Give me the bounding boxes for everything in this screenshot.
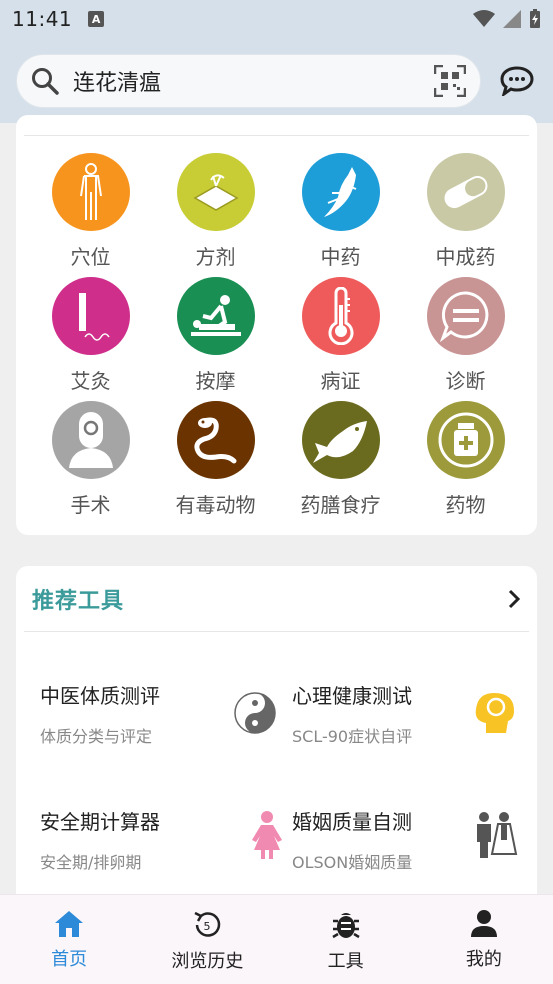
snake-icon bbox=[176, 401, 255, 479]
person-icon bbox=[470, 910, 497, 937]
tools-header[interactable]: 推荐工具 bbox=[32, 582, 521, 616]
history-badge: 5 bbox=[204, 920, 211, 933]
tool-mental-health-test[interactable]: 心理健康测试 SCL-90症状自评 bbox=[292, 680, 514, 760]
home-icon bbox=[55, 911, 84, 937]
divider bbox=[24, 631, 529, 632]
category-disease[interactable]: 病证 bbox=[278, 277, 403, 401]
tool-marriage-quality-test[interactable]: 婚姻质量自测 OLSON婚姻质量 bbox=[292, 806, 518, 886]
category-drug[interactable]: 药物 bbox=[403, 401, 528, 525]
chat-bubble-icon bbox=[500, 65, 534, 96]
head-profile-icon bbox=[468, 688, 518, 738]
nav-tools[interactable]: 工具 bbox=[277, 895, 415, 984]
herb-package-icon bbox=[176, 153, 255, 231]
bottom-navigation: 首页 5 浏览历史 工具 我的 bbox=[0, 894, 553, 984]
category-grid: 穴位 方剂 中药 中成药 艾灸 按摩 病证 诊断 手术 有毒动物 药膳食疗 药物 bbox=[16, 153, 537, 525]
section-title: 推荐工具 bbox=[32, 589, 125, 614]
category-massage[interactable]: 按摩 bbox=[153, 277, 278, 401]
qr-scan-icon[interactable] bbox=[434, 64, 467, 97]
chevron-right-icon[interactable] bbox=[507, 589, 521, 609]
woman-icon bbox=[242, 810, 292, 860]
category-diagnosis[interactable]: 诊断 bbox=[403, 277, 528, 401]
divider bbox=[24, 135, 529, 136]
history-icon: 5 bbox=[194, 911, 221, 937]
category-herb[interactable]: 中药 bbox=[278, 153, 403, 277]
search-icon bbox=[32, 67, 59, 95]
category-acupoint[interactable]: 穴位 bbox=[28, 153, 153, 277]
category-prescription[interactable]: 方剂 bbox=[153, 153, 278, 277]
category-surgery[interactable]: 手术 bbox=[28, 401, 153, 525]
category-venomous-animal[interactable]: 有毒动物 bbox=[153, 401, 278, 525]
status-icons bbox=[473, 9, 541, 29]
status-bar: 11:41 A bbox=[0, 0, 553, 38]
nav-history[interactable]: 5 浏览历史 bbox=[138, 895, 276, 984]
status-time: 11:41 bbox=[12, 7, 73, 31]
wifi-icon bbox=[473, 10, 495, 27]
category-patent-medicine[interactable]: 中成药 bbox=[403, 153, 528, 277]
capsule-icon bbox=[426, 153, 505, 231]
search-input[interactable]: 连花清瘟 bbox=[16, 53, 482, 108]
massage-icon bbox=[176, 277, 255, 355]
search-query: 连花清瘟 bbox=[73, 70, 162, 96]
tool-constitution-test[interactable]: 中医体质测评 体质分类与评定 bbox=[40, 680, 290, 760]
message-button[interactable] bbox=[497, 61, 537, 101]
doctor-icon bbox=[51, 401, 130, 479]
nav-home[interactable]: 首页 bbox=[0, 895, 138, 984]
nav-me[interactable]: 我的 bbox=[415, 895, 553, 984]
speech-bubble-icon bbox=[426, 277, 505, 355]
recommended-tools-card: 推荐工具 中医体质测评 体质分类与评定 心理健康测试 SCL-90症状自评 安全… bbox=[16, 566, 537, 906]
acupoint-icon bbox=[51, 153, 130, 231]
notification-a-icon: A bbox=[88, 11, 105, 27]
tool-safe-period-calculator[interactable]: 安全期计算器 安全期/排卵期 bbox=[40, 806, 290, 886]
yin-yang-icon bbox=[230, 688, 280, 738]
fish-icon bbox=[301, 401, 380, 479]
category-medicated-diet[interactable]: 药膳食疗 bbox=[278, 401, 403, 525]
category-card: 穴位 方剂 中药 中成药 艾灸 按摩 病证 诊断 手术 有毒动物 药膳食疗 药物 bbox=[16, 115, 537, 535]
bug-icon bbox=[331, 913, 360, 939]
category-moxibustion[interactable]: 艾灸 bbox=[28, 277, 153, 401]
thermometer-icon bbox=[301, 277, 380, 355]
signal-icon bbox=[503, 10, 521, 28]
couple-icon bbox=[470, 810, 520, 860]
medicine-bottle-icon bbox=[426, 401, 505, 479]
battery-icon bbox=[530, 9, 540, 28]
moxa-stick-icon bbox=[51, 277, 130, 355]
app-header: 连花清瘟 bbox=[0, 38, 553, 123]
ginseng-icon bbox=[301, 153, 380, 231]
